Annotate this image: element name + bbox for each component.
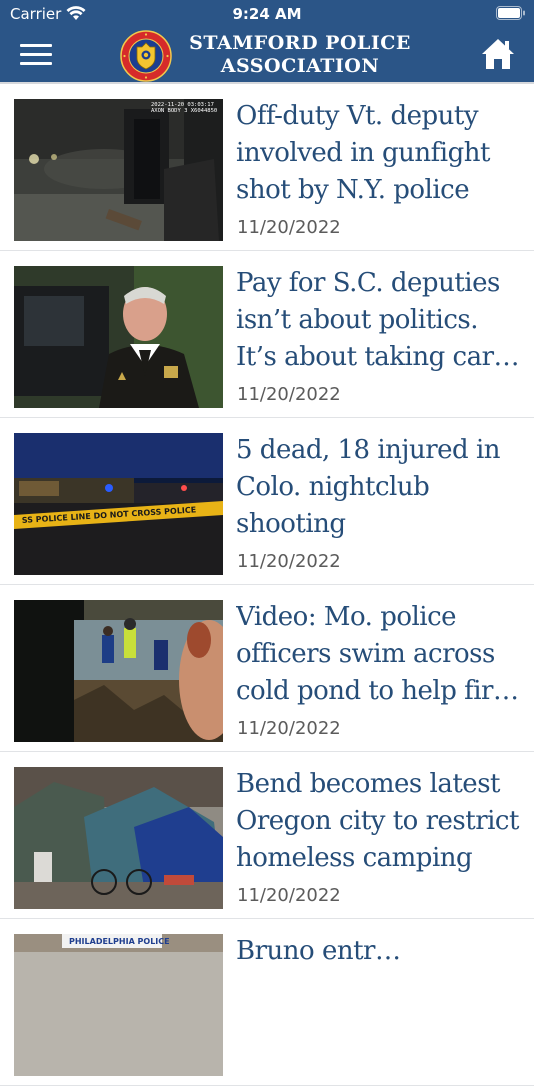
article-row[interactable]: Pay for S.C. deputies isn’t about politi… — [0, 251, 534, 418]
article-feed: 2022-11-20 03:03:17 AXON BODY 3 X6044850… — [0, 84, 534, 1086]
article-title-line: shot by N.Y. police — [236, 175, 470, 205]
sign-text: PHILADELPHIA POLICE — [69, 937, 170, 946]
article-title-line: Colo. nightclub — [236, 472, 430, 502]
article-title-line: involved in gunfight — [236, 138, 490, 168]
article-title-line: Bruno entr… — [236, 936, 401, 966]
article-title-line: cold pond to help fir… — [236, 676, 519, 706]
app-title-line1: STAMFORD POLICE — [189, 32, 411, 54]
article-row[interactable]: 2022-11-20 03:03:17 AXON BODY 3 X6044850… — [0, 84, 534, 251]
article-date: 11/20/2022 — [237, 217, 341, 238]
article-title: Video: Mo. police officers swim across c… — [236, 599, 526, 710]
article-title-line: isn’t about politics. — [236, 305, 479, 335]
article-row[interactable]: SS POLICE LINE DO NOT CROSS POLICE 5 dea… — [0, 418, 534, 585]
article-title: Bruno entr… — [236, 933, 526, 970]
article-title-line: homeless camping — [236, 843, 473, 873]
article-title: Pay for S.C. deputies isn’t about politi… — [236, 265, 526, 376]
article-thumbnail: PHILADELPHIA POLICE — [14, 934, 223, 1076]
article-date: 11/20/2022 — [237, 551, 341, 572]
article-title-line: officers swim across — [236, 639, 495, 669]
article-title-line: Off-duty Vt. deputy — [236, 101, 479, 131]
article-thumbnail: SS POLICE LINE DO NOT CROSS POLICE — [14, 433, 223, 575]
article-date: 11/20/2022 — [237, 885, 341, 906]
article-row[interactable]: Bend becomes latest Oregon city to restr… — [0, 752, 534, 919]
home-icon[interactable] — [480, 36, 516, 72]
article-title-line: Bend becomes latest — [236, 769, 500, 799]
article-thumbnail — [14, 767, 223, 909]
article-title: 5 dead, 18 injured in Colo. nightclub sh… — [236, 432, 526, 543]
article-thumbnail: 2022-11-20 03:03:17 AXON BODY 3 X6044850 — [14, 99, 223, 241]
article-title-line: Oregon city to restrict — [236, 806, 519, 836]
police-badge-logo-icon — [120, 30, 172, 82]
status-time: 9:24 AM — [232, 5, 302, 23]
app-title-line2: ASSOCIATION — [220, 55, 380, 77]
article-row[interactable]: PHILADELPHIA POLICE Bruno entr… — [0, 919, 534, 1086]
article-row[interactable]: Video: Mo. police officers swim across c… — [0, 585, 534, 752]
article-title-line: shooting — [236, 509, 346, 539]
article-title-line: 5 dead, 18 injured in — [236, 435, 501, 465]
status-bar: Carrier 9:24 AM — [0, 0, 534, 28]
article-title-line: It’s about taking car… — [236, 342, 520, 372]
article-title: Off-duty Vt. deputy involved in gunfight… — [236, 98, 526, 209]
article-title: Bend becomes latest Oregon city to restr… — [236, 766, 526, 877]
menu-button[interactable] — [12, 36, 52, 72]
app-title: STAMFORD POLICE ASSOCIATION — [180, 32, 420, 78]
article-thumbnail — [14, 600, 223, 742]
article-date: 11/20/2022 — [237, 384, 341, 405]
article-thumbnail — [14, 266, 223, 408]
article-title-line: Video: Mo. police — [236, 602, 457, 632]
article-date: 11/20/2022 — [237, 718, 341, 739]
article-title-line: Pay for S.C. deputies — [236, 268, 500, 298]
app-header: Carrier 9:24 AM STAMFORD POLICE ASSOCIAT… — [0, 0, 534, 84]
bodycam-overlay-text: AXON BODY 3 X6044850 — [151, 108, 217, 114]
battery-icon — [496, 6, 525, 20]
nav-bar: STAMFORD POLICE ASSOCIATION — [0, 28, 534, 82]
